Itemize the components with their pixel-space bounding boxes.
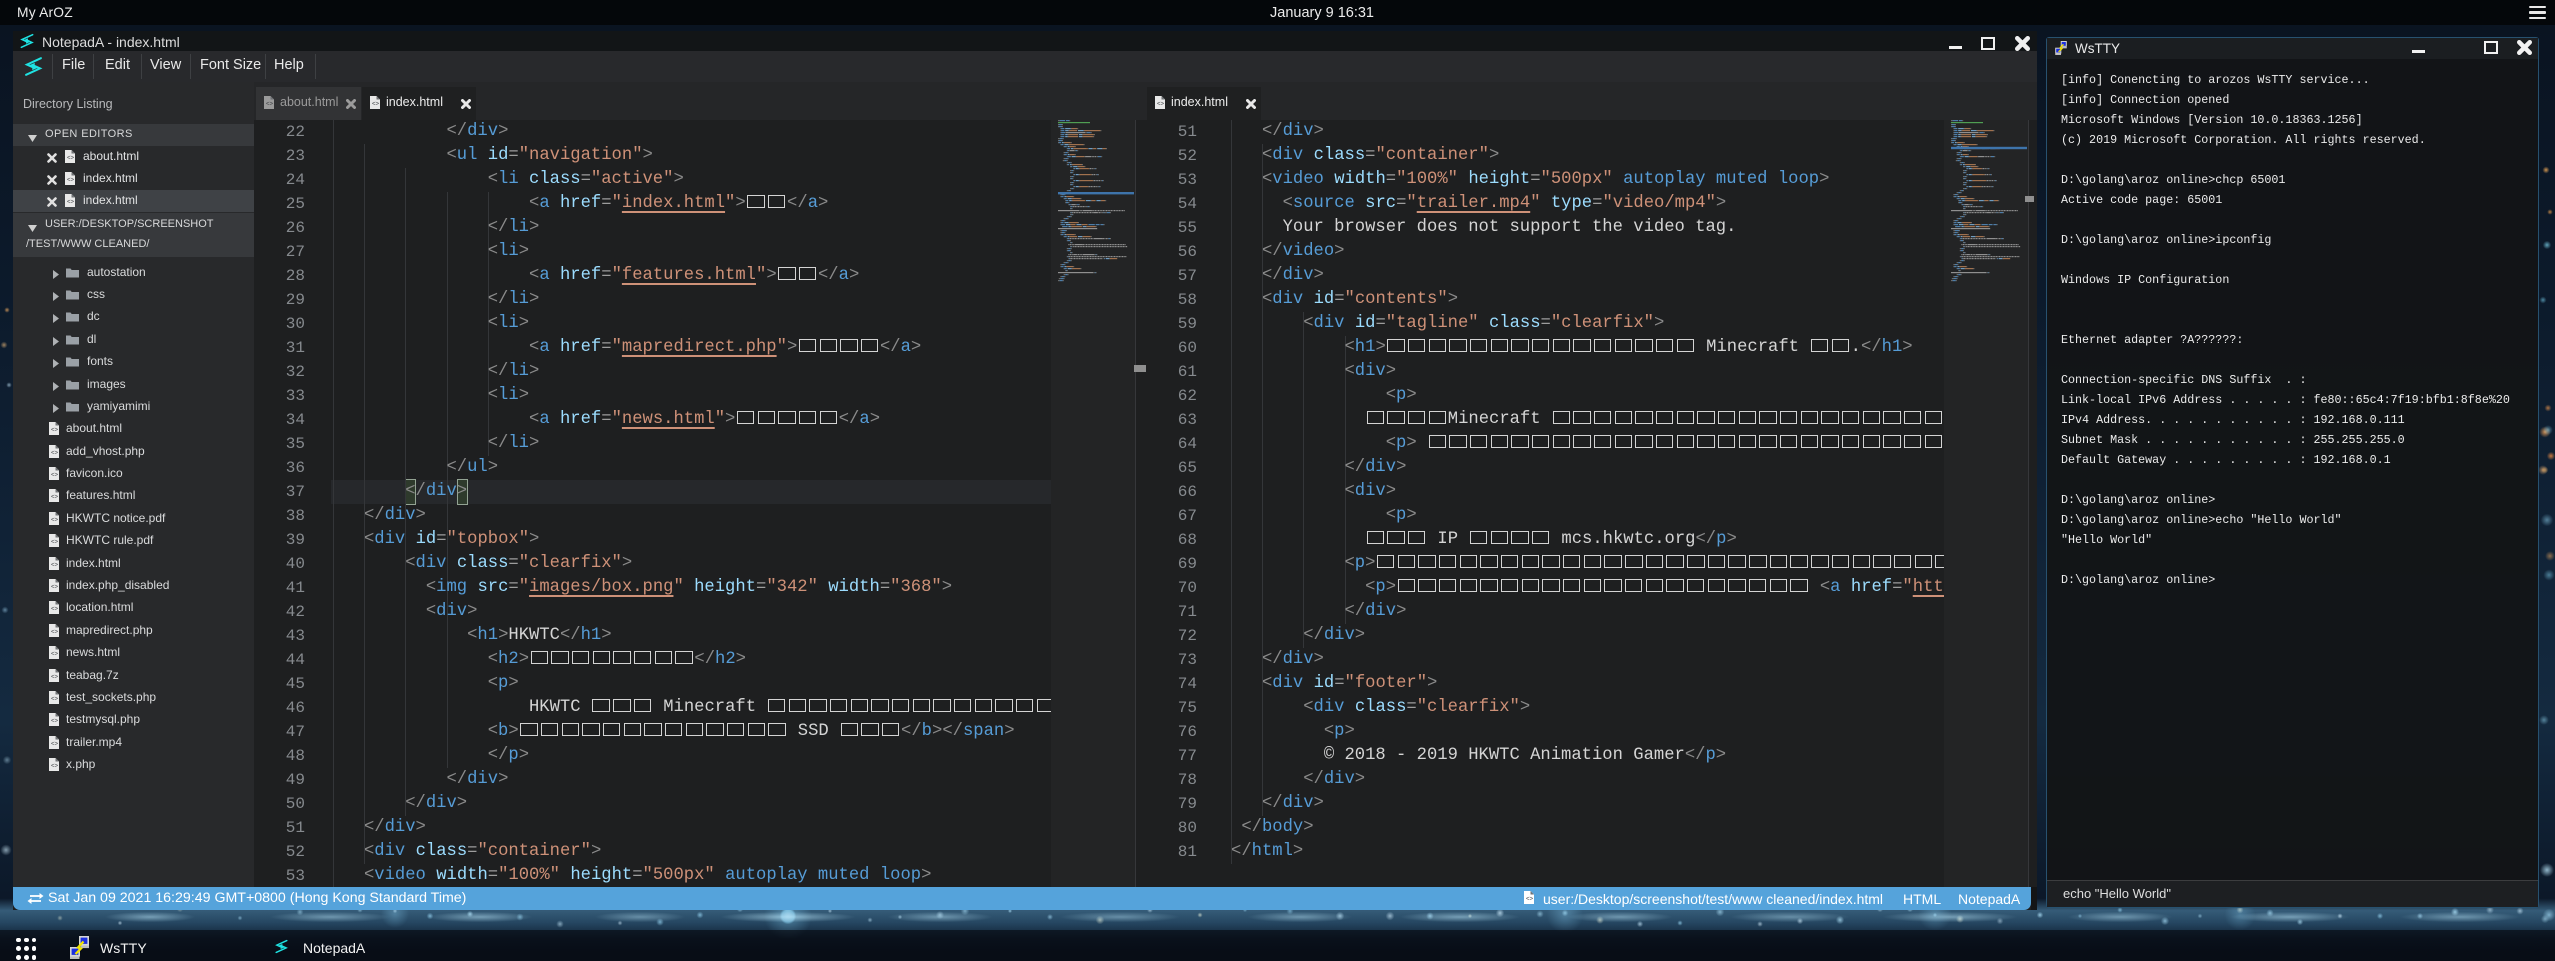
svg-text:<>: <> xyxy=(67,200,75,206)
svg-text:<>: <> xyxy=(51,585,59,591)
svg-text:<>: <> xyxy=(51,540,59,546)
svg-text:<>: <> xyxy=(51,697,59,703)
svg-text:<>: <> xyxy=(67,178,75,184)
svg-text:<>: <> xyxy=(51,652,59,658)
svg-text:<>: <> xyxy=(51,451,59,457)
svg-text:<>: <> xyxy=(51,675,59,681)
svg-text:<>: <> xyxy=(51,764,59,770)
svg-text:<>: <> xyxy=(372,102,380,108)
svg-text:<>: <> xyxy=(51,518,59,524)
svg-text:<>: <> xyxy=(51,630,59,636)
svg-text:<>: <> xyxy=(1526,897,1534,903)
svg-text:<>: <> xyxy=(51,428,59,434)
svg-text:<>: <> xyxy=(266,102,274,108)
svg-text:<>: <> xyxy=(51,495,59,501)
svg-text:<>: <> xyxy=(51,607,59,613)
svg-text:<>: <> xyxy=(51,742,59,748)
svg-text:<>: <> xyxy=(67,156,75,162)
svg-text:<>: <> xyxy=(1157,102,1165,108)
svg-text:<>: <> xyxy=(51,719,59,725)
svg-text:<>: <> xyxy=(51,473,59,479)
svg-text:<>: <> xyxy=(51,563,59,569)
